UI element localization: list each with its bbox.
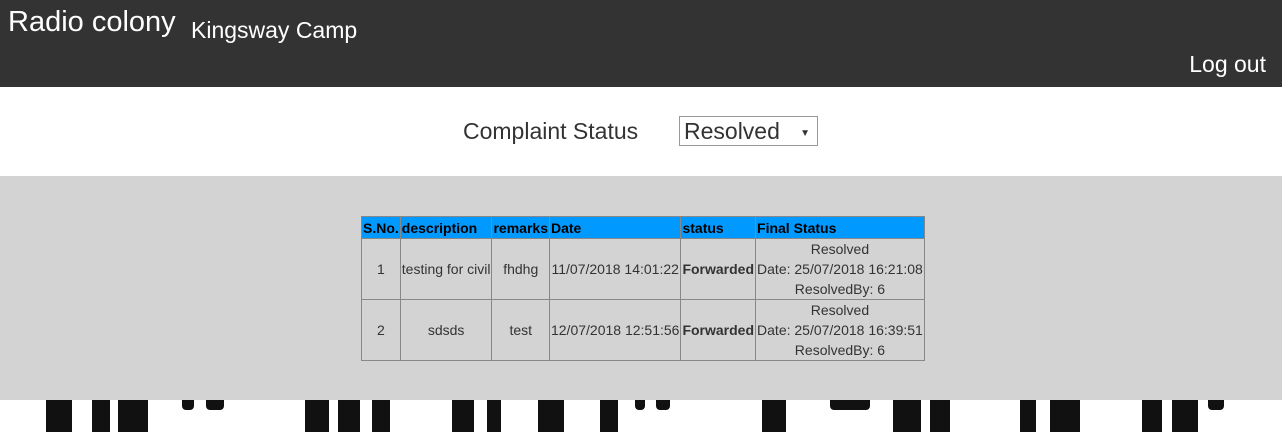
cell-date: 11/07/2018 14:01:22 (548, 238, 682, 300)
table-header-row: S.No. description remarks Date status Fi… (361, 216, 925, 239)
cell-description: testing for civil (399, 238, 493, 300)
cell-sno: 2 (361, 299, 401, 361)
final-status-text: Resolved (810, 302, 870, 318)
column-header-final-status: Final Status (755, 216, 925, 239)
chevron-down-icon: ▼ (800, 128, 810, 139)
status-filter-row: Complaint Status Resolved ▼ (0, 87, 1282, 176)
logout-link[interactable]: Log out (1189, 49, 1266, 79)
column-header-sno: S.No. (361, 216, 401, 239)
complaint-status-label: Complaint Status (463, 118, 639, 144)
table-row: 1 testing for civil fhdhg 11/07/2018 14:… (361, 238, 925, 300)
cell-status: Forwarded (680, 238, 757, 300)
cell-description: sdsds (399, 299, 493, 361)
cell-final-status: Resolved Date: 25/07/2018 16:21:08 Resol… (755, 238, 925, 300)
complaints-table: S.No. description remarks Date status Fi… (361, 216, 925, 361)
top-header: Radio colony Kingsway Camp Log out (0, 0, 1282, 87)
cell-remarks: fhdhg (491, 238, 550, 300)
complaint-status-select[interactable]: Resolved ▼ (679, 116, 818, 146)
cell-sno: 1 (361, 238, 401, 300)
brand-title: Radio colony (8, 6, 176, 38)
column-header-remarks: remarks (491, 216, 550, 239)
column-header-description: description (399, 216, 493, 239)
cell-remarks: test (491, 299, 550, 361)
content-area: S.No. description remarks Date status Fi… (0, 176, 1282, 400)
column-header-status: status (680, 216, 757, 239)
brand-subtitle: Kingsway Camp (191, 17, 358, 43)
complaint-status-selected-value: Resolved (684, 118, 780, 144)
final-status-resolved-by: ResolvedBy: 6 (794, 281, 886, 297)
cell-status: Forwarded (680, 299, 757, 361)
cell-final-status: Resolved Date: 25/07/2018 16:39:51 Resol… (755, 299, 925, 361)
table-row: 2 sdsds test 12/07/2018 12:51:56 Forward… (361, 299, 925, 361)
column-header-date: Date (548, 216, 682, 239)
final-status-resolved-by: ResolvedBy: 6 (794, 342, 886, 358)
final-status-date: Date: 25/07/2018 16:21:08 (757, 261, 923, 277)
crowd-silhouette-background (0, 400, 1282, 432)
final-status-date: Date: 25/07/2018 16:39:51 (757, 322, 923, 338)
cell-date: 12/07/2018 12:51:56 (548, 299, 682, 361)
final-status-text: Resolved (810, 241, 870, 257)
